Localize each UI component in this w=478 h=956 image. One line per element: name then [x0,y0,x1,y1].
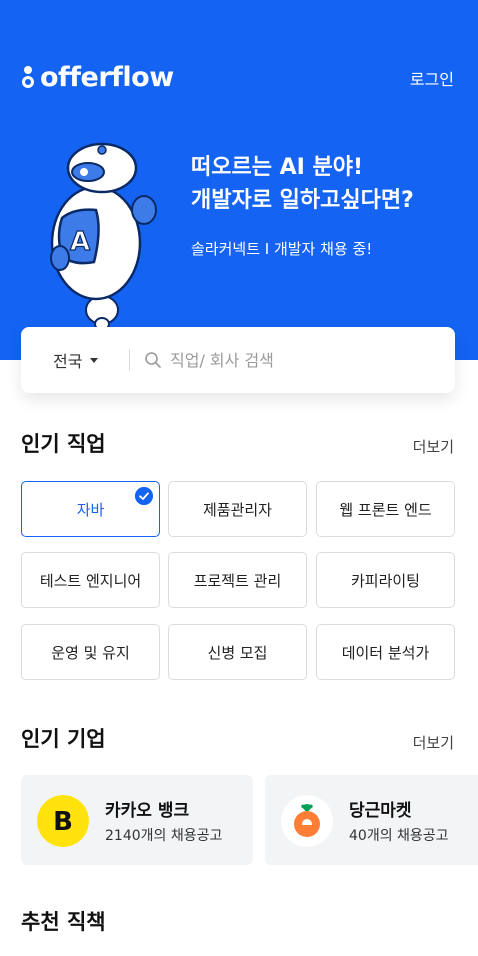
job-chip-java[interactable]: 자바 [21,481,160,537]
caret-down-icon [90,357,99,363]
job-chip-copywriting[interactable]: 카피라이팅 [316,552,455,608]
job-chip-product-manager[interactable]: 제품관리자 [168,481,307,537]
hero-banner[interactable]: offerflow 로그인 A 떠오르는 AI 분야! 개발자로 일하고싶다면?… [0,0,478,360]
divider [129,349,130,371]
check-icon [135,487,153,505]
job-chip-label: 자바 [76,500,105,519]
region-dropdown[interactable]: 전국 [21,348,129,372]
banner-headline-line2: 개발자로 일하고싶다면? [191,188,414,213]
company-postings-count: 2140개의 채용공고 [105,828,223,844]
kakaobank-logo-icon: B [37,795,89,847]
banner-headline-line1: 떠오르는 AI 분야! [191,155,364,180]
company-name: 카카오 뱅크 [105,801,190,821]
popular-companies-more-link[interactable]: 더보기 [413,732,454,753]
company-card-kakaobank[interactable]: B 카카오 뱅크 2140개의 채용공고 [21,775,253,865]
company-name: 당근마켓 [349,801,412,821]
logo-text: offerflow [40,61,174,93]
job-chip-data-analyst[interactable]: 데이터 분석가 [316,624,455,680]
popular-jobs-more-link[interactable]: 더보기 [413,436,454,457]
search-bar: 전국 [21,327,455,393]
job-chip-label: 데이터 분석가 [341,643,430,662]
job-chip-operations[interactable]: 운영 및 유지 [21,624,160,680]
popular-jobs-title: 인기 직업 [21,432,106,456]
job-chip-test-engineer[interactable]: 테스트 엔지니어 [21,552,160,608]
login-link[interactable]: 로그인 [410,66,454,90]
search-icon [145,352,161,368]
logo[interactable]: offerflow [22,60,174,94]
job-chip-label: 신병 모집 [207,643,268,662]
job-chip-label: 프로젝트 관리 [193,571,282,590]
company-card-daangn[interactable]: 당근마켓 40개의 채용공고 [265,775,478,865]
job-chip-label: 제품관리자 [202,500,272,519]
job-chip-project-management[interactable]: 프로젝트 관리 [168,552,307,608]
svg-text:B: B [53,807,73,837]
job-chip-label: 테스트 엔지니어 [39,571,142,590]
company-postings-count: 40개의 채용공고 [349,828,449,844]
region-label: 전국 [53,352,83,371]
carrot-logo-icon [281,795,333,847]
search-input[interactable] [170,350,410,370]
job-chip-web-frontend[interactable]: 웹 프론트 엔드 [316,481,455,537]
recommended-positions-title: 추천 직책 [21,910,106,934]
job-chip-label: 웹 프론트 엔드 [339,500,432,519]
job-chip-label: 카피라이팅 [350,571,420,590]
popular-companies-title: 인기 기업 [21,727,106,751]
banner-headline: 떠오르는 AI 분야! 개발자로 일하고싶다면? [191,151,414,217]
robot-mascot-illustration: A [50,142,157,331]
job-chip-label: 운영 및 유지 [51,643,130,662]
banner-subtext: 솔라커넥트 I 개발자 채용 중! [191,240,373,258]
svg-text:A: A [70,227,90,257]
logo-mark-icon [22,64,34,90]
job-chip-recruit[interactable]: 신병 모집 [168,624,307,680]
